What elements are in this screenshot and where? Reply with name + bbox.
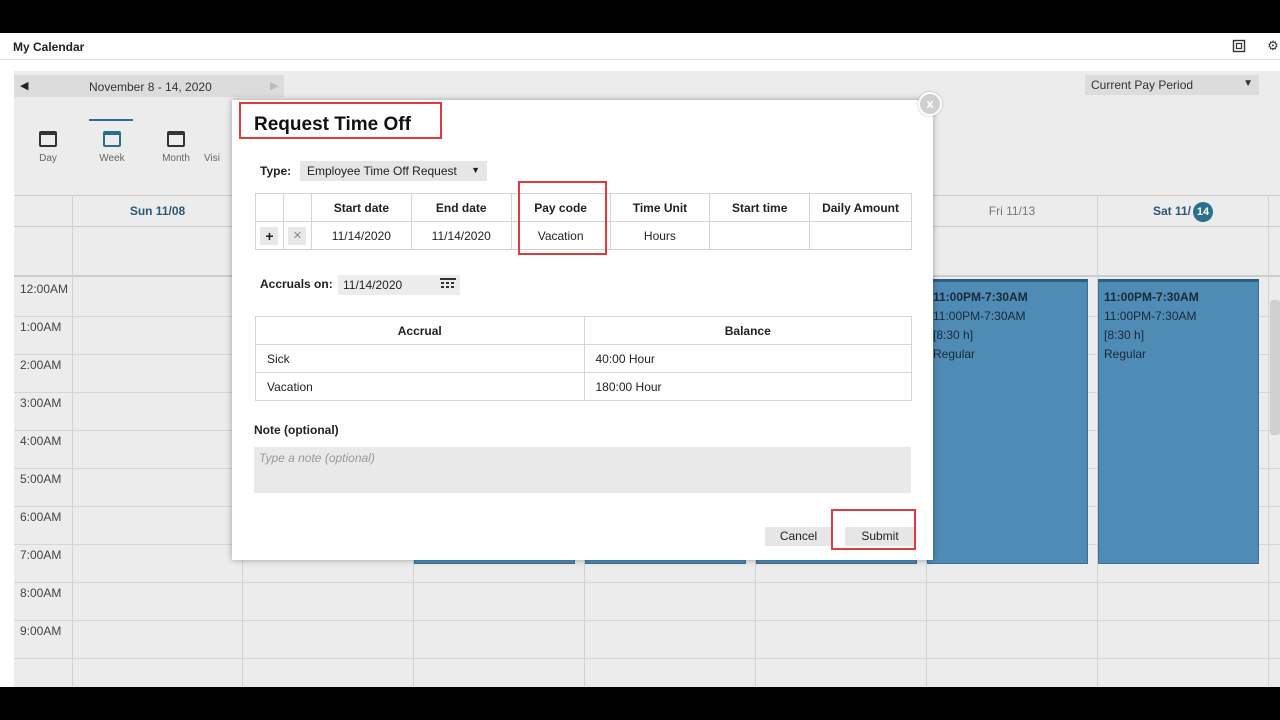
previous-week-icon[interactable]: ◀ (20, 79, 28, 92)
day-header-sat-label: Sat 11/ (1152, 204, 1192, 218)
shift-time-detail: 11:00PM-7:30AM (933, 309, 1026, 323)
calendar-icon[interactable] (440, 278, 456, 290)
today-badge: 14 (1193, 202, 1214, 222)
pay-code-highlight-box (518, 181, 607, 255)
time-unit-cell[interactable]: Hours (609, 221, 711, 250)
hour-row[interactable]: 8:00AM (14, 583, 1280, 621)
table-header: End date (410, 193, 512, 222)
close-dialog-button[interactable]: x (918, 92, 942, 116)
hour-label: 7:00AM (20, 548, 62, 562)
day-header-fri[interactable]: Fri 11/13 (926, 196, 1097, 228)
chevron-down-icon: ▼ (1243, 78, 1253, 89)
pay-period-select[interactable]: Current Pay Period ▼ (1085, 75, 1259, 95)
note-label: Note (optional) (254, 423, 339, 437)
table-header: Time Unit (609, 193, 711, 222)
view-visibility-label: Visi (204, 153, 220, 164)
hour-row[interactable]: 9:00AM (14, 621, 1280, 659)
type-select-value: Employee Time Off Request (307, 164, 457, 178)
view-week-label: Week (99, 153, 125, 164)
start-date-cell[interactable]: 11/14/2020 (310, 221, 412, 250)
accruals-date-value: 11/14/2020 (343, 278, 403, 292)
title-highlight-box (239, 102, 442, 139)
table-row: Sick 40:00 Hour (255, 344, 912, 373)
view-visibility-button[interactable]: Visi (204, 131, 232, 164)
next-week-icon[interactable]: ▶ (270, 79, 278, 92)
hour-label: 6:00AM (20, 510, 62, 524)
table-header: Daily Amount (809, 193, 912, 222)
chevron-down-icon: ▼ (471, 165, 480, 175)
pay-period-value: Current Pay Period (1091, 78, 1194, 92)
add-row-cell: + (255, 221, 284, 250)
gear-icon[interactable]: ⚙ (1266, 39, 1280, 53)
remove-row-cell: ✕ (282, 221, 312, 250)
start-time-cell[interactable] (709, 221, 811, 250)
hour-label: 8:00AM (20, 586, 62, 600)
hour-label: 12:00AM (20, 282, 69, 296)
accrual-name-cell: Sick (255, 344, 585, 373)
type-label: Type: (260, 164, 292, 178)
close-icon: x (926, 96, 934, 111)
hour-label: 2:00AM (20, 358, 62, 372)
end-date-cell[interactable]: 11/14/2020 (410, 221, 512, 250)
shift-block-fri[interactable]: 11:00PM-7:30AM 11:00PM-7:30AM [8:30 h] R… (927, 279, 1088, 564)
hour-label: 5:00AM (20, 472, 62, 486)
view-month-button[interactable]: Month (151, 131, 201, 164)
accrual-name-cell: Vacation (255, 372, 585, 401)
shift-type: Regular (1104, 347, 1147, 361)
app-title: My Calendar (13, 40, 85, 54)
view-month-label: Month (162, 153, 190, 164)
accruals-date-input[interactable]: 11/14/2020 (338, 275, 460, 295)
view-day-button[interactable]: Day (23, 131, 73, 164)
column-divider (1268, 195, 1269, 687)
calendar-day-icon (39, 131, 57, 147)
shift-duration: [8:30 h] (933, 328, 974, 342)
calendar-month-icon (167, 131, 185, 147)
maximize-icon[interactable] (1232, 39, 1246, 53)
submit-highlight-box (831, 509, 916, 550)
visibility-icon (204, 131, 232, 153)
vertical-scrollbar[interactable] (1270, 300, 1280, 435)
date-range-label: November 8 - 14, 2020 (89, 80, 212, 94)
table-header: Start date (310, 193, 412, 222)
table-header-add (255, 193, 284, 222)
shift-type: Regular (933, 347, 976, 361)
calendar-week-icon (103, 131, 121, 147)
accrual-table: Accrual Balance Sick 40:00 Hour Vacation… (255, 316, 912, 401)
table-header-remove (282, 193, 312, 222)
hour-label: 1:00AM (20, 320, 62, 334)
table-header: Balance (583, 316, 912, 345)
hour-label: 4:00AM (20, 434, 62, 448)
date-nav: ◀ November 8 - 14, 2020 ▶ Current Pay Pe… (14, 71, 1280, 101)
hour-label: 3:00AM (20, 396, 62, 410)
view-day-label: Day (39, 153, 57, 164)
hour-label: 9:00AM (20, 624, 62, 638)
shift-block-sat[interactable]: 11:00PM-7:30AM 11:00PM-7:30AM [8:30 h] R… (1098, 279, 1259, 564)
add-row-button[interactable]: + (260, 226, 279, 245)
note-textarea[interactable] (254, 447, 911, 493)
table-header: Start time (709, 193, 811, 222)
cancel-button[interactable]: Cancel (765, 527, 832, 546)
shift-time-detail: 11:00PM-7:30AM (1104, 309, 1197, 323)
accruals-label: Accruals on: (260, 277, 333, 291)
day-header-sat[interactable]: Sat 11/14 (1097, 196, 1268, 228)
shift-duration: [8:30 h] (1104, 328, 1145, 342)
shift-time: 11:00PM-7:30AM (1104, 290, 1199, 304)
table-row: Vacation 180:00 Hour (255, 372, 912, 401)
top-bar: My Calendar ⚙ (0, 33, 1280, 60)
daily-amount-cell[interactable] (809, 221, 912, 250)
request-time-off-dialog: Request Time Off Type: Employee Time Off… (232, 100, 933, 560)
table-header: Accrual (255, 316, 585, 345)
view-week-button[interactable]: Week (87, 119, 137, 164)
date-range-nav: ◀ November 8 - 14, 2020 ▶ (14, 75, 284, 97)
accrual-balance-cell: 40:00 Hour (583, 344, 912, 373)
type-select[interactable]: Employee Time Off Request ▼ (300, 161, 487, 181)
shift-time: 11:00PM-7:30AM (933, 290, 1028, 304)
column-divider (72, 195, 73, 687)
accrual-balance-cell: 180:00 Hour (583, 372, 912, 401)
remove-row-button[interactable]: ✕ (288, 226, 307, 245)
day-header-sun[interactable]: Sun 11/08 (72, 196, 242, 228)
